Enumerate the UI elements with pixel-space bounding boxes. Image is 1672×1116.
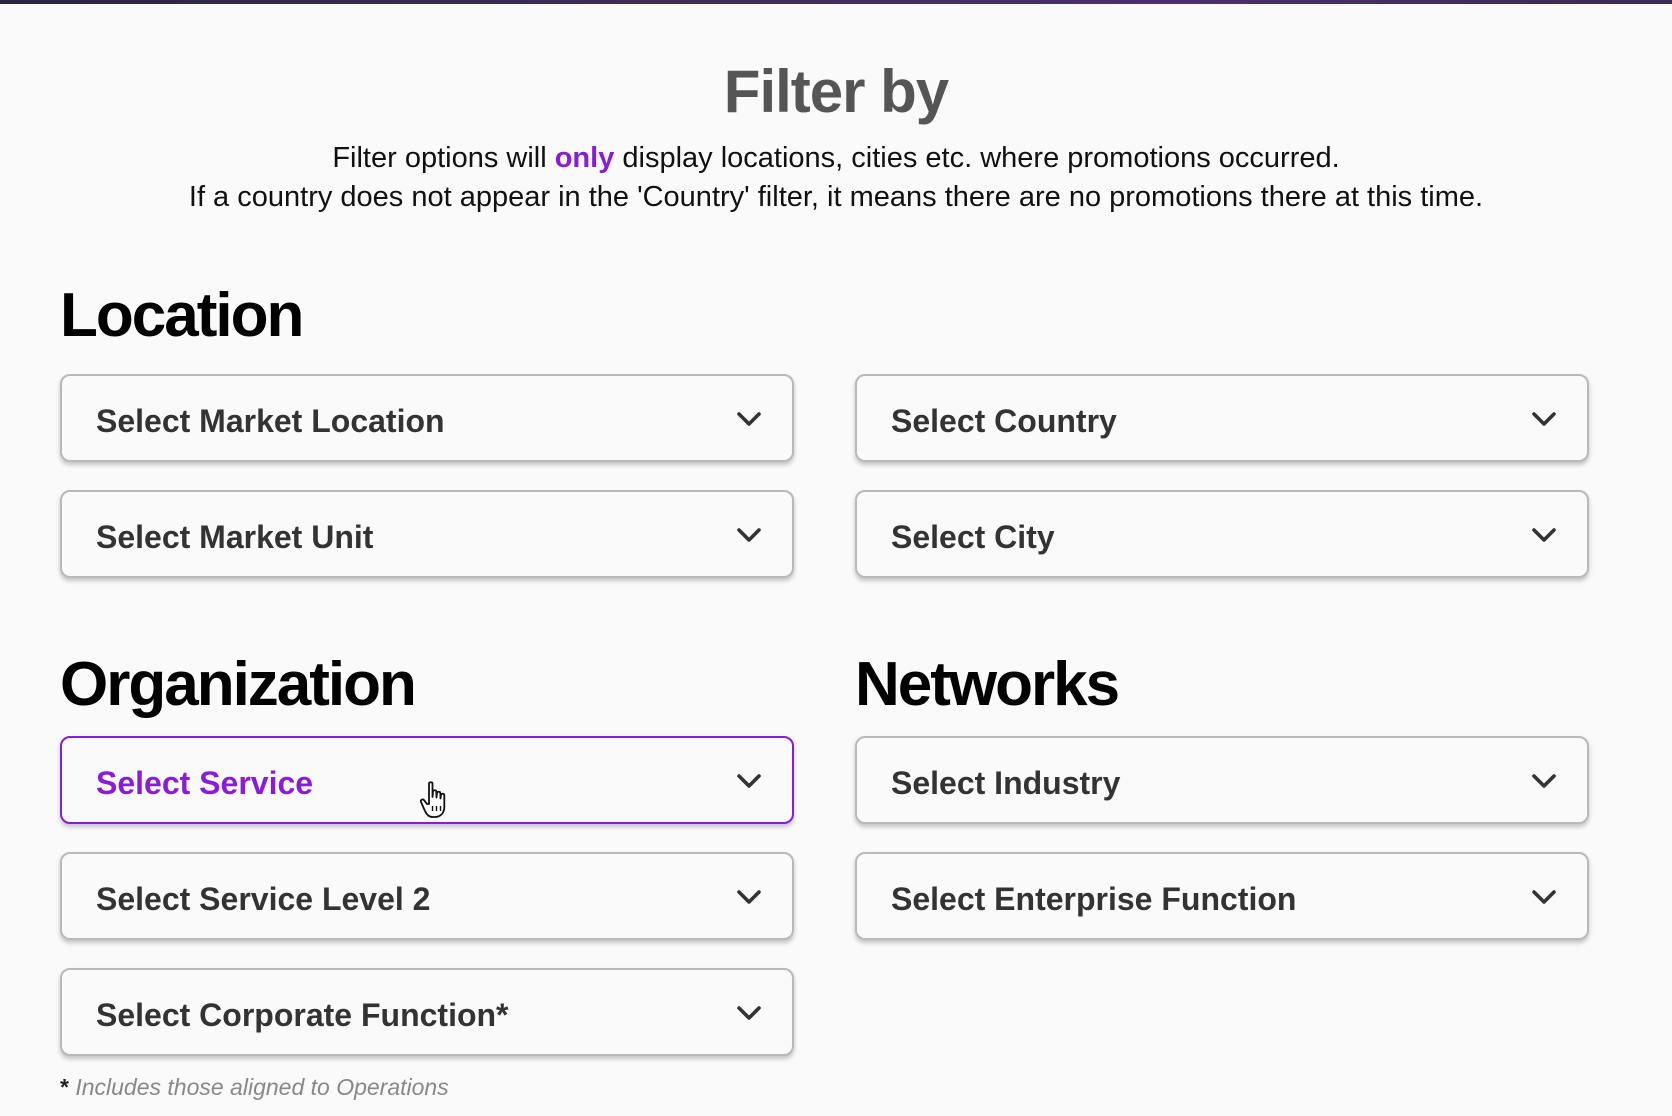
market-unit-dropdown[interactable]: Select Market Unit bbox=[60, 490, 794, 578]
country-dropdown[interactable]: Select Country bbox=[855, 374, 1589, 462]
location-heading: Location bbox=[60, 281, 304, 350]
filter-description-line-2: If a country does not appear in the 'Cou… bbox=[188, 181, 1484, 213]
chevron-down-icon bbox=[737, 890, 761, 904]
page-title: Filter by bbox=[723, 58, 949, 125]
market-unit-label: Select Market Unit bbox=[96, 519, 374, 555]
market-location-dropdown[interactable]: Select Market Location bbox=[60, 374, 794, 462]
filter-description-line-1: Filter options will only display locatio… bbox=[0, 139, 1672, 177]
industry-dropdown[interactable]: Select Industry bbox=[855, 736, 1589, 824]
city-dropdown[interactable]: Select City bbox=[855, 490, 1589, 578]
service-level-2-dropdown[interactable]: Select Service Level 2 bbox=[60, 852, 794, 940]
service-label: Select Service bbox=[96, 765, 314, 801]
chevron-down-icon bbox=[737, 774, 761, 788]
enterprise-function-dropdown[interactable]: Select Enterprise Function bbox=[855, 852, 1589, 940]
corporate-function-dropdown[interactable]: Select Corporate Function* bbox=[60, 968, 794, 1056]
top-gradient-bar bbox=[0, 0, 1672, 4]
description-text-end: display locations, cities etc. where pro… bbox=[614, 142, 1340, 174]
hand-pointer-cursor-icon bbox=[419, 781, 446, 818]
networks-heading: Networks bbox=[855, 650, 1120, 719]
market-location-label: Select Market Location bbox=[96, 403, 445, 439]
description-highlight: only bbox=[554, 142, 615, 174]
description-text-start: Filter options will bbox=[332, 142, 555, 174]
footnote-text: Includes those aligned to Operations bbox=[68, 1074, 449, 1100]
enterprise-function-label: Select Enterprise Function bbox=[891, 881, 1297, 917]
chevron-down-icon bbox=[1532, 412, 1556, 426]
country-label: Select Country bbox=[891, 403, 1117, 439]
chevron-down-icon bbox=[1532, 774, 1556, 788]
footnote-marker: * bbox=[60, 1074, 69, 1100]
chevron-down-icon bbox=[1532, 890, 1556, 904]
chevron-down-icon bbox=[737, 528, 761, 542]
industry-label: Select Industry bbox=[891, 765, 1121, 801]
organization-heading: Organization bbox=[60, 650, 417, 719]
service-level-2-label: Select Service Level 2 bbox=[96, 881, 431, 917]
city-label: Select City bbox=[891, 519, 1055, 555]
chevron-down-icon bbox=[1532, 528, 1556, 542]
corporate-function-label: Select Corporate Function* bbox=[96, 997, 509, 1033]
chevron-down-icon bbox=[737, 412, 761, 426]
chevron-down-icon bbox=[737, 1006, 761, 1020]
footnote: * Includes those aligned to Operations bbox=[60, 1072, 449, 1102]
